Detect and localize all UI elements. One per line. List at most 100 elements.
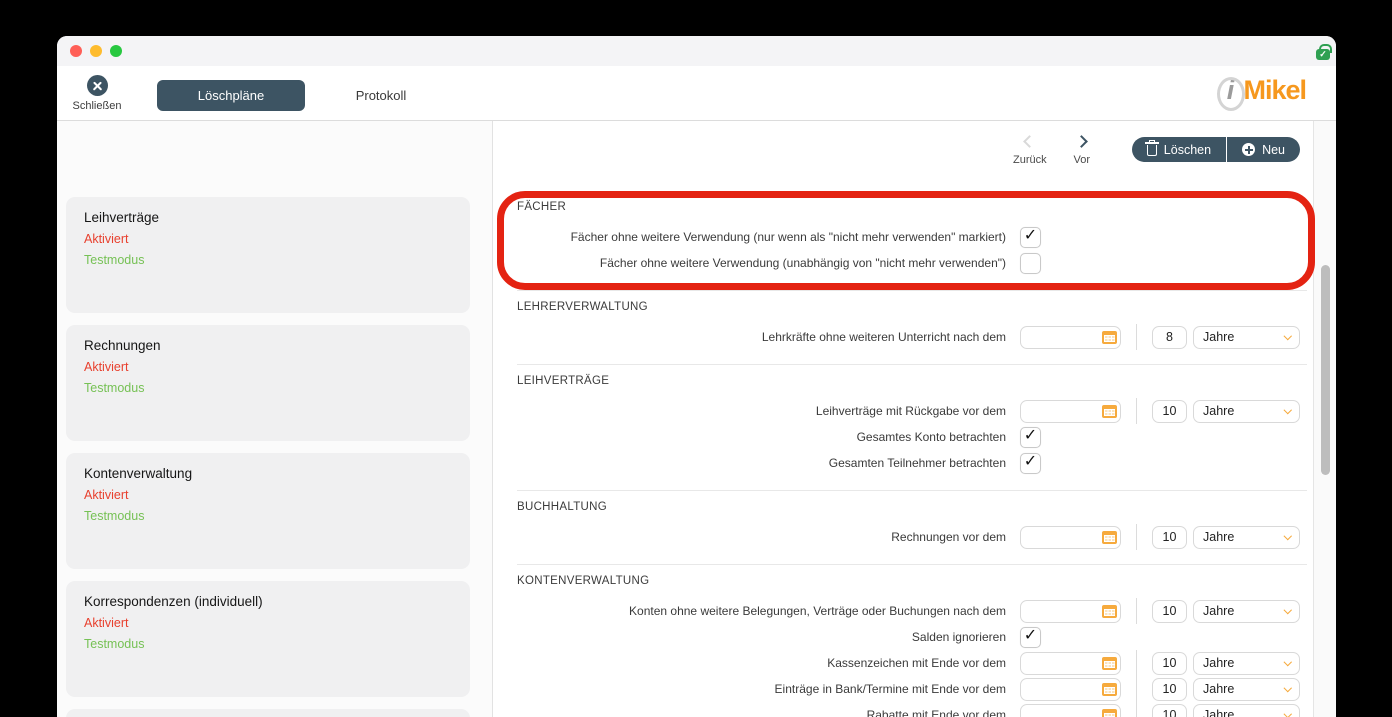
field-separator: [1136, 676, 1137, 702]
check-mark-icon: ✓: [1023, 427, 1038, 444]
plan-title: Leihverträge: [84, 210, 160, 225]
checkbox[interactable]: ✓: [1020, 426, 1041, 448]
lock-check-icon: [1316, 43, 1332, 60]
unit-select[interactable]: Jahre: [1193, 525, 1300, 549]
checkbox[interactable]: ✓: [1020, 226, 1041, 248]
sidebar-plan-card[interactable]: Rechnungen Aktiviert Testmodus: [66, 325, 470, 441]
chevron-right-icon: [1075, 135, 1089, 148]
form-row: Fächer ohne weitere Verwendung (unabhäng…: [517, 250, 1307, 276]
date-input[interactable]: [1020, 599, 1121, 623]
unit-value: Jahre: [1203, 404, 1235, 418]
row-label: Fächer ohne weitere Verwendung (unabhäng…: [599, 256, 1006, 270]
traffic-light-close-icon[interactable]: [70, 45, 82, 57]
traffic-light-minimize-icon[interactable]: [90, 45, 102, 57]
calendar-icon[interactable]: [1102, 708, 1117, 717]
field-separator: [1136, 398, 1137, 424]
row-label: Gesamten Teilnehmer betrachten: [828, 456, 1006, 470]
plus-icon: [1242, 143, 1256, 156]
number-input[interactable]: 10: [1152, 399, 1187, 423]
back-button[interactable]: Zurück: [1004, 134, 1056, 166]
unit-select[interactable]: Jahre: [1193, 399, 1300, 423]
sidebar-plan-list: Leihverträge Aktiviert Testmodus Rechnun…: [57, 121, 493, 717]
number-input[interactable]: 10: [1152, 599, 1187, 623]
forward-label: Vor: [1073, 154, 1091, 166]
date-input[interactable]: [1020, 651, 1121, 675]
action-buttons: Löschen Neu: [1131, 137, 1300, 162]
number-input[interactable]: 10: [1152, 651, 1187, 675]
calendar-icon[interactable]: [1102, 330, 1117, 344]
calendar-icon[interactable]: [1102, 656, 1117, 670]
tab-protokoll[interactable]: Protokoll: [337, 80, 425, 111]
sidebar-plan-card-partial[interactable]: [66, 709, 470, 717]
unit-select[interactable]: Jahre: [1193, 677, 1300, 701]
checkbox[interactable]: [1020, 252, 1041, 274]
date-input[interactable]: [1020, 703, 1121, 717]
unit-select[interactable]: Jahre: [1193, 599, 1300, 623]
form-section: LEIHVERTRÄGE Leihverträge mit Rückgabe v…: [517, 364, 1307, 490]
form-row: Gesamten Teilnehmer betrachten ✓: [517, 450, 1307, 476]
field-separator: [1136, 524, 1137, 550]
number-input[interactable]: 10: [1152, 525, 1187, 549]
form-row: Fächer ohne weitere Verwendung (nur wenn…: [517, 224, 1307, 250]
form-row: Rechnungen vor dem 10 Jahre: [517, 524, 1307, 550]
form-row: Leihverträge mit Rückgabe vor dem 10 Jah…: [517, 398, 1307, 424]
plan-status-aktiviert: Aktiviert: [84, 488, 129, 502]
plan-status-aktiviert: Aktiviert: [84, 616, 129, 630]
unit-select[interactable]: Jahre: [1193, 325, 1300, 349]
section-title: FÄCHER: [517, 201, 567, 213]
new-label: Neu: [1262, 142, 1285, 157]
number-input[interactable]: 10: [1152, 703, 1187, 717]
field-separator: [1136, 650, 1137, 676]
sidebar-plan-card[interactable]: Leihverträge Aktiviert Testmodus: [66, 197, 470, 313]
app-window: Schließen Löschpläne Protokoll i Mikel L…: [57, 36, 1336, 717]
row-label: Rechnungen vor dem: [891, 530, 1006, 544]
calendar-icon[interactable]: [1102, 404, 1117, 418]
date-input[interactable]: [1020, 525, 1121, 549]
form-section: BUCHHALTUNG Rechnungen vor dem 10 Jahre: [517, 490, 1307, 564]
close-button-label: Schließen: [72, 100, 122, 112]
section-title: KONTENVERWALTUNG: [517, 575, 650, 587]
unit-value: Jahre: [1203, 708, 1235, 717]
section-title: LEIHVERTRÄGE: [517, 375, 610, 387]
unit-select[interactable]: Jahre: [1193, 651, 1300, 675]
scrollbar-thumb[interactable]: [1321, 265, 1330, 475]
section-title: LEHRERVERWALTUNG: [517, 301, 648, 313]
date-input[interactable]: [1020, 677, 1121, 701]
calendar-icon[interactable]: [1102, 530, 1117, 544]
forward-button[interactable]: Vor: [1056, 134, 1108, 166]
calendar-icon[interactable]: [1102, 604, 1117, 618]
traffic-light-zoom-icon[interactable]: [110, 45, 122, 57]
form-row: Rabatte mit Ende vor dem 10 Jahre: [517, 702, 1307, 717]
date-input[interactable]: [1020, 399, 1121, 423]
calendar-icon[interactable]: [1102, 682, 1117, 696]
form-row: Salden ignorieren ✓: [517, 624, 1307, 650]
scrollbar-track[interactable]: [1313, 121, 1336, 717]
unit-select[interactable]: Jahre: [1193, 703, 1300, 717]
plan-status-testmodus: Testmodus: [84, 381, 145, 395]
chevron-left-icon: [1023, 135, 1037, 148]
record-navigation: Zurück Vor Löschen Neu: [1004, 134, 1300, 166]
sidebar-plan-card[interactable]: Korrespondenzen (individuell) Aktiviert …: [66, 581, 470, 697]
checkbox[interactable]: ✓: [1020, 452, 1041, 474]
sidebar-plan-card[interactable]: Kontenverwaltung Aktiviert Testmodus: [66, 453, 470, 569]
number-input[interactable]: 8: [1152, 325, 1187, 349]
row-label: Gesamtes Konto betrachten: [856, 430, 1006, 444]
close-button[interactable]: Schließen: [68, 75, 126, 112]
date-input[interactable]: [1020, 325, 1121, 349]
plan-status-testmodus: Testmodus: [84, 253, 145, 267]
delete-button[interactable]: Löschen: [1131, 137, 1228, 162]
new-button[interactable]: Neu: [1227, 137, 1300, 162]
form-section: LEHRERVERWALTUNG Lehrkräfte ohne weitere…: [517, 290, 1307, 364]
unit-value: Jahre: [1203, 330, 1235, 344]
plan-status-aktiviert: Aktiviert: [84, 360, 129, 374]
tab-loeschplaene[interactable]: Löschpläne: [157, 80, 305, 111]
chevron-down-icon: [1283, 405, 1292, 414]
form-row: Einträge in Bank/Termine mit Ende vor de…: [517, 676, 1307, 702]
chevron-down-icon: [1283, 331, 1292, 340]
trash-icon: [1144, 139, 1159, 156]
check-mark-icon: ✓: [1023, 227, 1038, 244]
row-label: Salden ignorieren: [911, 630, 1006, 644]
checkbox[interactable]: ✓: [1020, 626, 1041, 648]
number-input[interactable]: 10: [1152, 677, 1187, 701]
row-label: Kassenzeichen mit Ende vor dem: [827, 656, 1006, 670]
